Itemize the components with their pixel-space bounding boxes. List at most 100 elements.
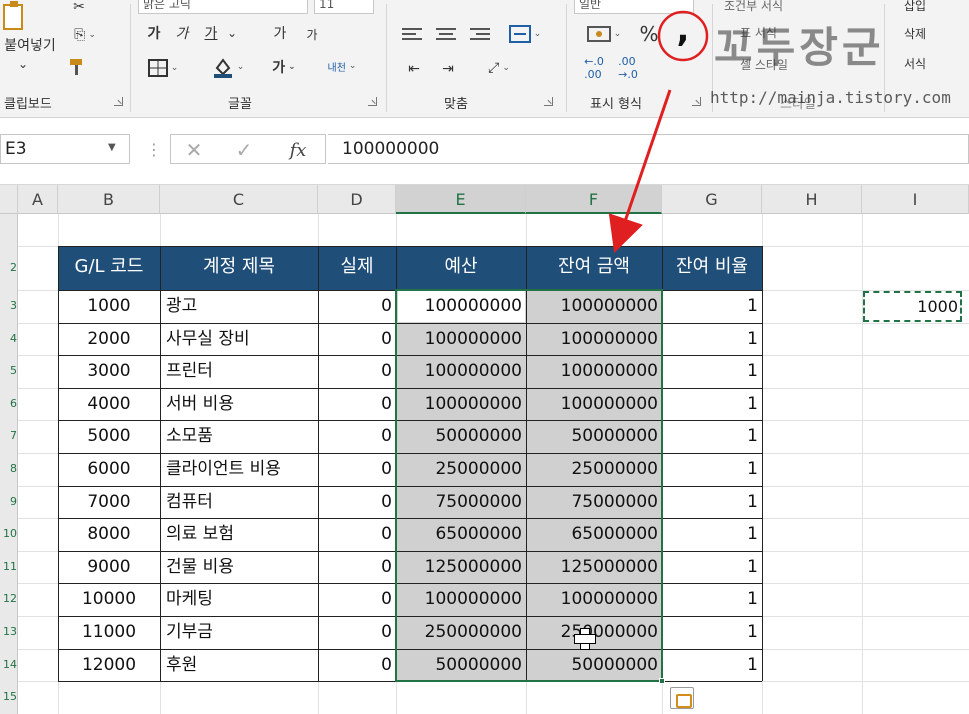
conditional-formatting-button[interactable]: 조건부 서식 <box>724 0 864 14</box>
table-cell[interactable]: 소모품 <box>160 420 318 453</box>
table-cell[interactable]: 0 <box>318 355 396 388</box>
row-header[interactable]: 3 <box>0 290 18 323</box>
align-right-icon[interactable] <box>470 28 490 44</box>
table-cell[interactable]: 1 <box>662 290 762 323</box>
column-header-d[interactable]: D <box>318 185 396 214</box>
table-cell[interactable]: 0 <box>318 583 396 616</box>
row-header[interactable]: 7 <box>0 420 18 453</box>
decrease-indent-icon[interactable]: ⇤ <box>402 58 426 80</box>
format-as-table-button[interactable]: 표 서식 <box>740 22 860 42</box>
font-grow-button[interactable]: 가 <box>268 22 292 44</box>
font-name-select[interactable]: 맑은 고딕 <box>138 0 308 14</box>
fill-handle[interactable] <box>659 678 665 685</box>
table-cell[interactable]: 1000 <box>58 290 160 323</box>
table-cell[interactable]: 0 <box>318 388 396 421</box>
table-cell[interactable]: 0 <box>318 453 396 486</box>
insert-cells-button[interactable]: 삽입 <box>904 0 964 14</box>
table-cell[interactable]: 의료 보험 <box>160 518 318 551</box>
table-cell[interactable]: 7000 <box>58 486 160 519</box>
format-painter-icon[interactable] <box>64 56 90 78</box>
table-cell[interactable]: 12000 <box>58 649 160 682</box>
table-cell[interactable]: 100000000 <box>396 355 526 388</box>
table-cell[interactable]: 65000000 <box>396 518 526 551</box>
table-cell[interactable]: 125000000 <box>526 551 662 584</box>
table-cell[interactable]: 0 <box>318 551 396 584</box>
table-cell[interactable]: 마케팅 <box>160 583 318 616</box>
column-header-g[interactable]: G <box>662 185 762 214</box>
table-cell[interactable]: 100000000 <box>526 583 662 616</box>
row-header[interactable]: 6 <box>0 388 18 421</box>
row-header[interactable]: 4 <box>0 323 18 356</box>
table-cell[interactable]: 100000000 <box>396 388 526 421</box>
table-cell[interactable]: 2000 <box>58 323 160 356</box>
table-cell[interactable]: 0 <box>318 649 396 682</box>
row-header[interactable]: 15 <box>0 681 18 714</box>
bold-button[interactable]: 가 <box>142 22 166 44</box>
quick-analysis-icon[interactable] <box>670 687 694 710</box>
cut-icon[interactable]: ✂ <box>64 0 94 15</box>
table-cell[interactable]: 11000 <box>58 616 160 649</box>
table-cell[interactable]: 1 <box>662 551 762 584</box>
table-header-cell[interactable]: 예산 <box>396 246 526 290</box>
table-cell[interactable]: 컴퓨터 <box>160 486 318 519</box>
table-cell[interactable]: 1 <box>662 355 762 388</box>
name-box-chevron-icon[interactable]: ▼ <box>108 142 116 153</box>
copied-cell[interactable]: 1000 <box>863 291 962 322</box>
table-cell[interactable]: 65000000 <box>526 518 662 551</box>
table-cell[interactable]: 100000000 <box>396 583 526 616</box>
table-cell[interactable]: 75000000 <box>396 486 526 519</box>
table-cell[interactable]: 6000 <box>58 453 160 486</box>
format-cells-button[interactable]: 서식 <box>904 54 964 72</box>
table-cell[interactable]: 클라이언트 비용 <box>160 453 318 486</box>
table-cell[interactable]: 100000000 <box>396 323 526 356</box>
row-header[interactable]: 13 <box>0 616 18 649</box>
row-header[interactable]: 11 <box>0 551 18 584</box>
orientation-button[interactable]: ⤢ ⌄ <box>474 56 524 80</box>
table-cell[interactable]: 0 <box>318 518 396 551</box>
table-header-cell[interactable]: 잔여 비율 <box>662 246 762 290</box>
merge-center-button[interactable]: ⌄ <box>502 22 548 46</box>
table-cell[interactable]: 0 <box>318 616 396 649</box>
table-cell[interactable]: 1 <box>662 323 762 356</box>
column-header-b[interactable]: B <box>58 185 160 214</box>
phonetic-button[interactable]: 내천 ⌄ <box>318 52 366 80</box>
table-header-cell[interactable]: 계정 제목 <box>160 246 318 290</box>
underline-button[interactable]: 가 <box>198 22 224 44</box>
column-header-a[interactable]: A <box>18 185 58 214</box>
paste-dropdown-chevron-icon[interactable]: ⌄ <box>8 56 38 72</box>
column-header-f[interactable]: F <box>526 185 662 214</box>
table-cell[interactable]: 9000 <box>58 551 160 584</box>
table-cell[interactable]: 4000 <box>58 388 160 421</box>
table-cell[interactable]: 50000000 <box>396 649 526 682</box>
column-header-e[interactable]: E <box>396 185 526 214</box>
table-cell[interactable]: 100000000 <box>526 290 662 323</box>
row-header[interactable]: 10 <box>0 518 18 551</box>
table-cell[interactable]: 10000 <box>58 583 160 616</box>
table-cell[interactable]: 250000000 <box>396 616 526 649</box>
row-header[interactable]: 5 <box>0 355 18 388</box>
worksheet-grid[interactable]: ABCDEFGHI 2 3 4 5 6 7 8 9 10 11 12 13 14 15 G/L 코드 계정 … <box>0 170 969 714</box>
delete-cells-button[interactable]: 삭제 <box>904 24 964 42</box>
font-color-button[interactable]: 가 ⌄ <box>262 54 306 80</box>
table-cell[interactable]: 프린터 <box>160 355 318 388</box>
table-cell[interactable]: 0 <box>318 290 396 323</box>
table-cell[interactable]: 100000000 <box>526 323 662 356</box>
insert-function-button[interactable]: fx <box>283 137 313 163</box>
table-cell[interactable]: 100000000 <box>396 290 526 323</box>
table-cell[interactable]: 50000000 <box>526 649 662 682</box>
table-cell[interactable]: 5000 <box>58 420 160 453</box>
row-header[interactable]: 8 <box>0 453 18 486</box>
paste-icon[interactable] <box>0 0 30 32</box>
row-header[interactable]: 14 <box>0 649 18 682</box>
row-header[interactable]: 12 <box>0 583 18 616</box>
table-cell[interactable]: 1 <box>662 453 762 486</box>
increase-decimal-icon[interactable]: ←.0.00 <box>580 55 608 81</box>
table-cell[interactable]: 기부금 <box>160 616 318 649</box>
table-header-cell[interactable]: 실제 <box>318 246 396 290</box>
table-cell[interactable]: 25000000 <box>526 453 662 486</box>
table-cell[interactable]: 0 <box>318 486 396 519</box>
select-all-corner[interactable] <box>0 185 18 214</box>
formula-input[interactable]: 100000000 <box>328 134 969 164</box>
column-header-c[interactable]: C <box>160 185 318 214</box>
table-header-cell[interactable]: 잔여 금액 <box>526 246 662 290</box>
